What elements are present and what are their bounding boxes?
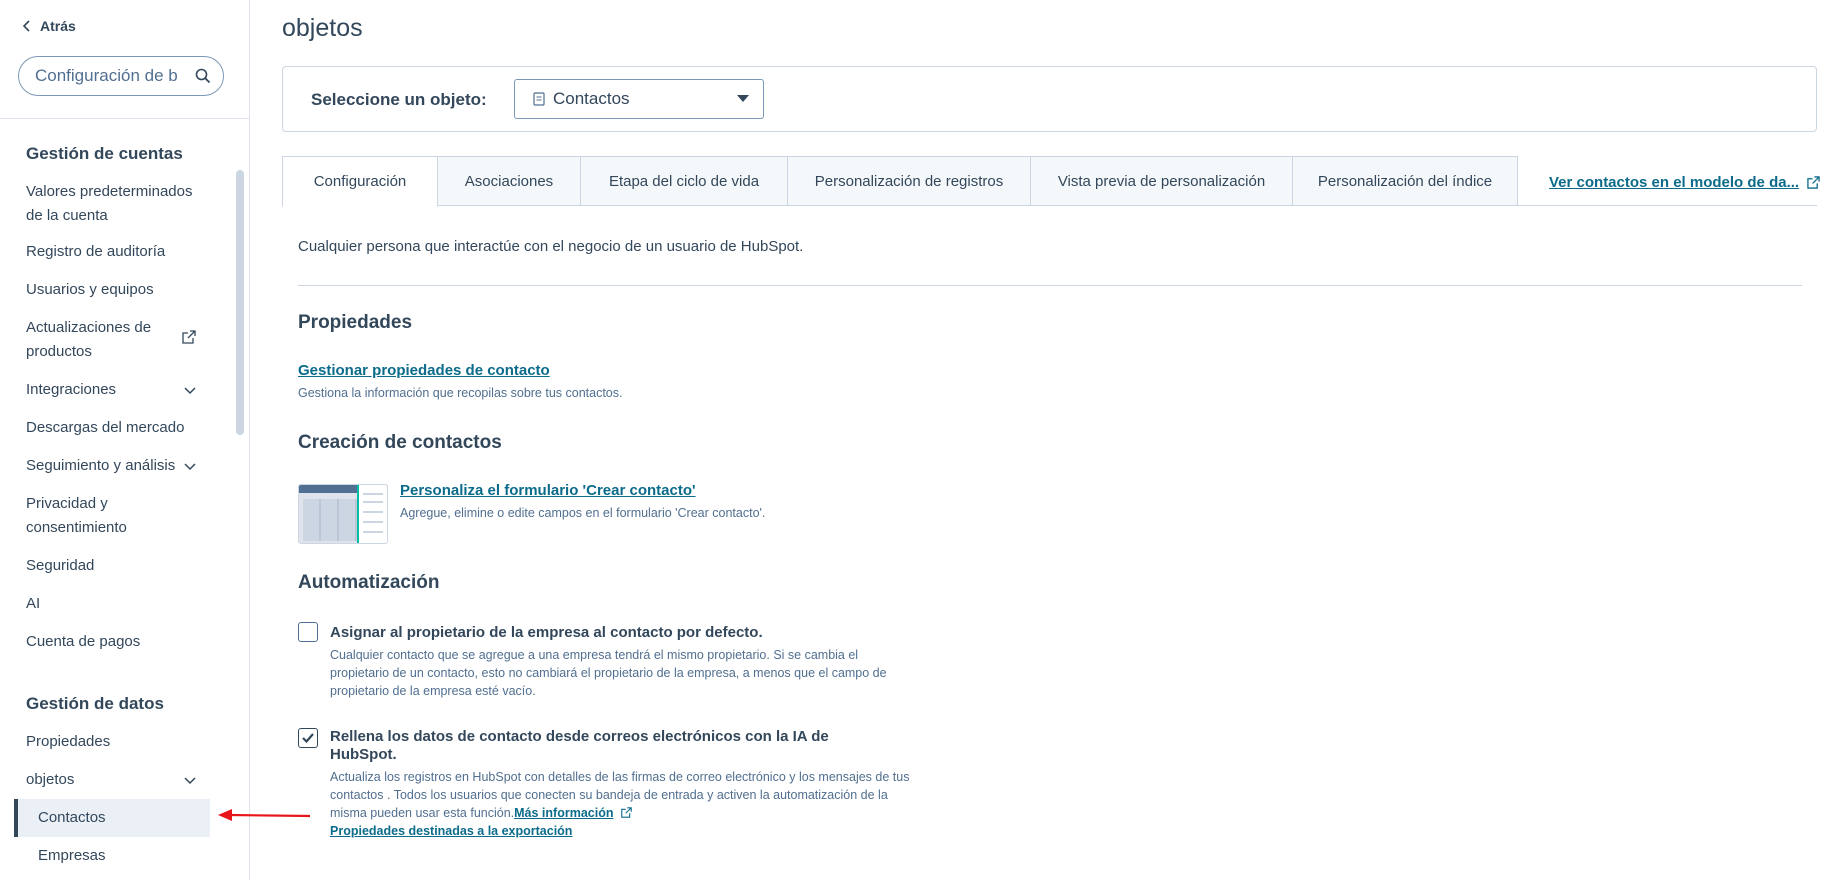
sidebar-item-security[interactable]: Seguridad: [26, 554, 206, 578]
sidebar-item-ai[interactable]: AI: [26, 592, 206, 616]
sidebar-item-tracking-analytics[interactable]: Seguimiento y análisis: [26, 454, 196, 478]
sidebar-item-label: Integraciones: [26, 381, 117, 398]
assign-owner-checkbox[interactable]: [298, 622, 318, 642]
create-form-thumbnail[interactable]: [298, 484, 388, 544]
sidebar-item-properties[interactable]: Propiedades: [26, 730, 206, 754]
ai-fill-description-text: Actualiza los registros en HubSpot con d…: [330, 770, 910, 820]
sidebar-item-label: Seguimiento y análisis: [26, 457, 176, 474]
sidebar-item-label: Valores predeterminados de la cuenta: [26, 183, 193, 224]
divider: [298, 285, 1802, 286]
manage-properties-help: Gestiona la información que recopilas so…: [298, 386, 623, 400]
page-title: objetos: [282, 14, 363, 42]
sidebar-item-label: Seguridad: [26, 557, 95, 574]
chevron-left-icon: [22, 20, 30, 32]
sidebar-item-audit-log[interactable]: Registro de auditoría: [26, 240, 206, 264]
object-description: Cualquier persona que interactúe con el …: [298, 238, 804, 255]
manage-properties-link[interactable]: Gestionar propiedades de contacto: [298, 362, 550, 379]
sidebar-item-privacy-consent[interactable]: Privacidad y consentimiento: [26, 492, 166, 540]
tab-record-customization[interactable]: Personalización de registros: [787, 156, 1031, 206]
sidebar-item-objects[interactable]: objetos: [26, 768, 196, 792]
sidebar-item-account-defaults[interactable]: Valores predeterminados de la cuenta: [26, 180, 206, 228]
data-model-link-label: Ver contactos en el modelo de da...: [1549, 174, 1800, 191]
settings-sidebar: Atrás Gestión de cuentas Valores predete…: [0, 0, 250, 880]
automation-heading: Automatización: [298, 572, 440, 593]
sidebar-item-label: Registro de auditoría: [26, 243, 166, 260]
caret-down-icon: [737, 95, 749, 102]
tab-index-customization[interactable]: Personalización del índice: [1292, 156, 1518, 206]
object-selector-label: Seleccione un objeto:: [311, 90, 487, 109]
object-selector-panel: Seleccione un objeto: Contactos: [282, 66, 1817, 132]
back-button[interactable]: Atrás: [22, 18, 76, 34]
settings-search[interactable]: [18, 56, 224, 96]
customize-create-form-help: Agregue, elimine o edite campos en el fo…: [400, 506, 766, 520]
contact-record-icon: [533, 92, 545, 106]
external-link-icon: [182, 330, 196, 344]
sidebar-nav: Gestión de cuentas Valores predeterminad…: [0, 120, 236, 880]
data-model-link[interactable]: Ver contactos en el modelo de da...: [1549, 174, 1820, 191]
assign-owner-description: Cualquier contacto que se agregue a una …: [330, 648, 887, 698]
tab-preview-customization[interactable]: Vista previa de personalización: [1030, 156, 1293, 206]
section-heading-account: Gestión de cuentas: [26, 144, 183, 163]
sidebar-item-label: Cuenta de pagos: [26, 633, 141, 650]
sidebar-item-marketplace-downloads[interactable]: Descargas del mercado: [26, 416, 206, 440]
chevron-down-icon: [184, 777, 196, 785]
export-properties-link[interactable]: Propiedades destinadas a la exportación: [330, 824, 572, 838]
contact-creation-heading: Creación de contactos: [298, 432, 502, 453]
sidebar-scrollbar[interactable]: [236, 170, 244, 435]
external-link-icon: [1807, 176, 1820, 189]
sidebar-divider: [0, 118, 249, 119]
object-dropdown-value: Contactos: [553, 89, 630, 108]
ai-fill-contact-checkbox[interactable]: [298, 728, 318, 748]
tab-lifecycle-stage[interactable]: Etapa del ciclo de vida: [580, 156, 788, 206]
sidebar-item-label: objetos: [26, 771, 75, 788]
sidebar-item-label: Usuarios y equipos: [26, 281, 154, 298]
checkmark-icon: [302, 733, 314, 744]
sidebar-item-companies[interactable]: Empresas: [38, 844, 218, 868]
sidebar-item-product-updates[interactable]: Actualizaciones de productos: [26, 316, 196, 364]
sidebar-item-label: Privacidad y consentimiento: [26, 495, 127, 536]
customize-create-form-link[interactable]: Personaliza el formulario 'Crear contact…: [400, 482, 696, 499]
sidebar-item-label: Propiedades: [26, 733, 111, 750]
section-heading-data: Gestión de datos: [26, 694, 164, 713]
sidebar-item-integrations[interactable]: Integraciones: [26, 378, 196, 402]
sidebar-item-users-teams[interactable]: Usuarios y equipos: [26, 278, 206, 302]
object-tabs: Configuración Asociaciones Etapa del cic…: [282, 156, 1820, 207]
sidebar-item-contacts[interactable]: Contactos: [14, 799, 210, 837]
more-info-link[interactable]: Más información: [514, 806, 613, 820]
sidebar-item-label: Descargas del mercado: [26, 419, 185, 436]
settings-search-input[interactable]: [35, 66, 185, 86]
sidebar-item-label: Contactos: [38, 809, 106, 826]
sidebar-item-label: Empresas: [38, 847, 106, 864]
object-dropdown[interactable]: Contactos: [514, 79, 764, 119]
tab-configuration[interactable]: Configuración: [282, 156, 438, 207]
sidebar-item-label: AI: [26, 595, 41, 612]
external-link-icon: [621, 807, 632, 818]
ai-fill-contact-label: Rellena los datos de contacto desde corr…: [330, 728, 829, 763]
sidebar-item-label: Actualizaciones de productos: [26, 319, 152, 360]
tab-associations[interactable]: Asociaciones: [437, 156, 581, 206]
assign-owner-label: Asignar al propietario de la empresa al …: [330, 624, 763, 641]
chevron-down-icon: [184, 387, 196, 395]
back-label: Atrás: [40, 18, 76, 34]
annotation-arrow-icon: [218, 809, 310, 821]
chevron-down-icon: [184, 463, 196, 471]
ai-fill-contact-description: Actualiza los registros en HubSpot con d…: [330, 768, 910, 840]
search-icon[interactable]: [195, 68, 211, 84]
sidebar-item-payments-account[interactable]: Cuenta de pagos: [26, 630, 206, 654]
properties-heading: Propiedades: [298, 312, 413, 333]
